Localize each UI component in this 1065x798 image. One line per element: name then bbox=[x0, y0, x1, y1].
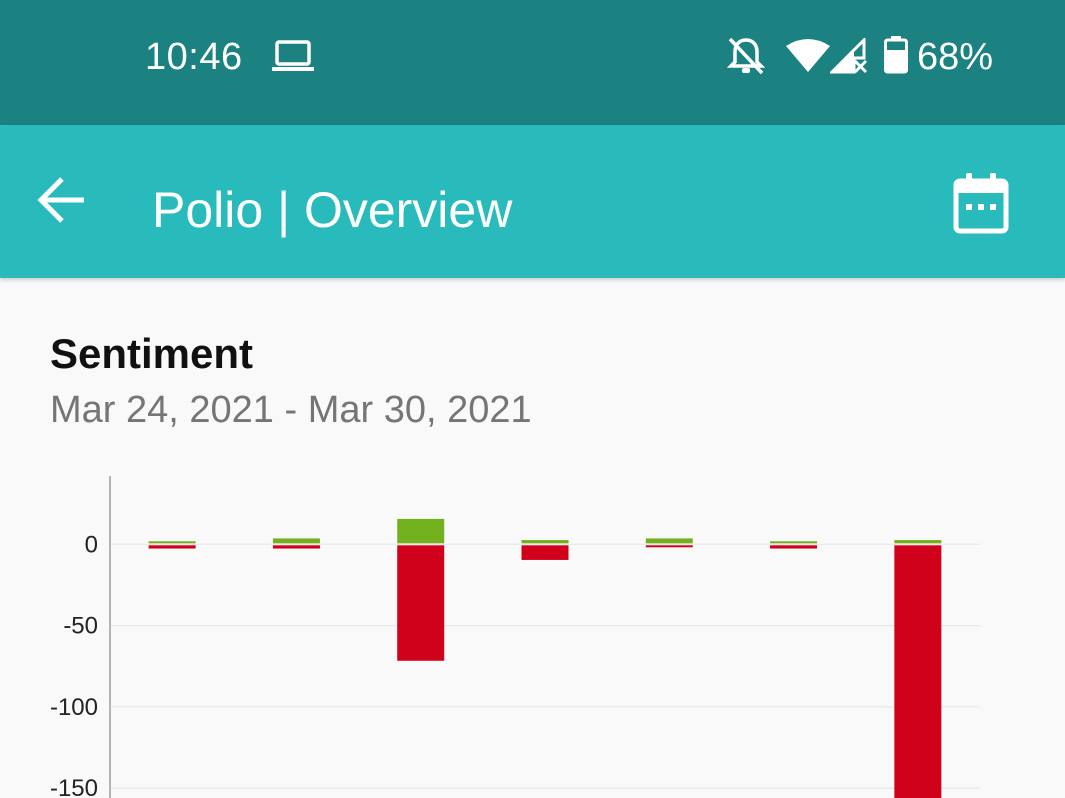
battery-percentage: 68% bbox=[917, 36, 994, 78]
bar bbox=[645, 545, 693, 548]
y-tick-label: -150 bbox=[50, 775, 98, 798]
bar bbox=[770, 545, 818, 549]
laptop-icon bbox=[272, 40, 314, 77]
bar bbox=[272, 538, 320, 544]
date-range: Mar 24, 2021 - Mar 30, 2021 bbox=[50, 389, 532, 431]
bar bbox=[894, 545, 942, 798]
bar bbox=[645, 538, 693, 544]
bar bbox=[272, 545, 320, 549]
bar bbox=[397, 518, 445, 544]
y-tick-label: -100 bbox=[50, 694, 98, 721]
notifications-off-icon bbox=[726, 36, 766, 81]
bar bbox=[770, 541, 818, 544]
arrow-back-icon bbox=[37, 177, 84, 223]
y-tick-label: 0 bbox=[85, 531, 98, 558]
app-bar: Polio | Overview bbox=[0, 125, 1065, 278]
page-title: Polio | Overview bbox=[152, 182, 513, 238]
calendar-icon bbox=[953, 173, 1009, 234]
bar bbox=[148, 541, 196, 544]
signal-no-data-icon bbox=[828, 36, 868, 79]
wifi-icon bbox=[786, 38, 830, 77]
bar bbox=[521, 545, 569, 560]
bar bbox=[894, 540, 942, 544]
calendar-button[interactable] bbox=[948, 167, 1014, 239]
status-bar: 10:46 68% bbox=[0, 0, 1065, 125]
y-tick-label: -50 bbox=[63, 613, 98, 640]
status-time: 10:46 bbox=[145, 36, 243, 78]
bar bbox=[148, 545, 196, 549]
battery-icon bbox=[884, 36, 908, 79]
back-button[interactable] bbox=[30, 167, 96, 233]
sentiment-chart: 0 -50 -100 -150 bbox=[50, 476, 980, 798]
bar bbox=[521, 540, 569, 544]
bar bbox=[397, 545, 445, 661]
section-title: Sentiment bbox=[50, 330, 254, 377]
